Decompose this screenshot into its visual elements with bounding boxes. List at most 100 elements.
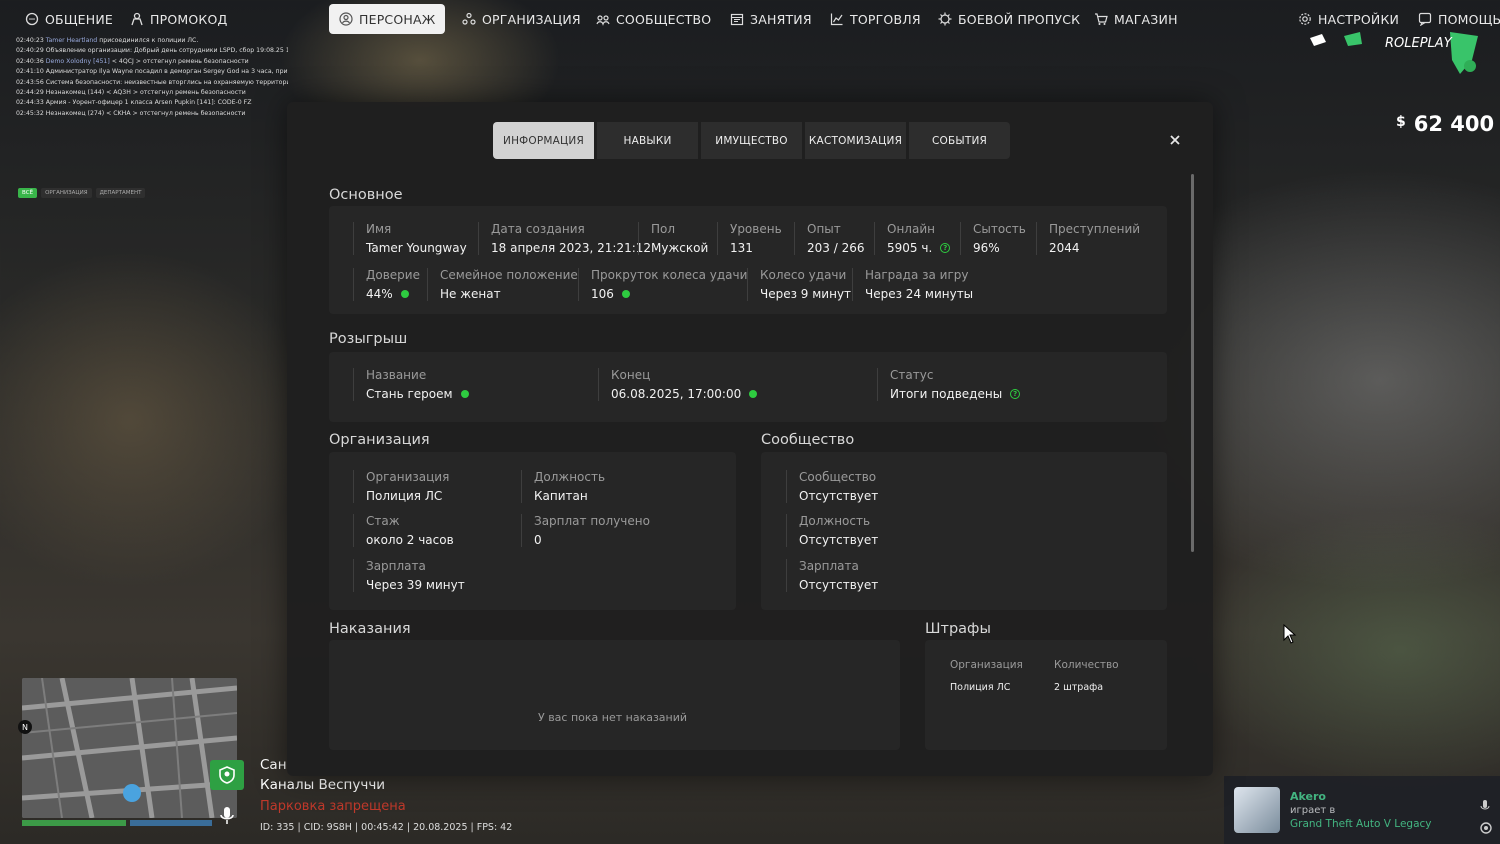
tab-0[interactable]: ИНФОРМАЦИЯ	[493, 122, 594, 159]
nav-label: БОЕВОЙ ПРОПУСК	[958, 11, 1081, 27]
chat-tab[interactable]: ОРГАНИЗАЦИЯ	[41, 188, 92, 198]
badge-icon	[938, 12, 952, 26]
nav-label: ОБЩЕНИЕ	[45, 11, 114, 27]
discord-game-name: Grand Theft Auto V Legacy	[1290, 818, 1432, 830]
field-value: Мужской	[651, 241, 709, 255]
info-field: Уровень 131	[717, 222, 782, 255]
info-question-icon[interactable]: ?	[940, 243, 951, 253]
chat-time: 02:43:56	[16, 78, 44, 86]
chat-text: присоединился к полиции ЛС.	[99, 37, 199, 44]
fines-col-count: Количество	[1054, 659, 1119, 671]
chat-tab[interactable]: ВСЁ	[18, 188, 38, 198]
chat-time: 02:44:29	[16, 89, 44, 97]
scrollbar[interactable]	[1191, 174, 1194, 552]
nav-label: МАГАЗИН	[1114, 11, 1178, 27]
currency-symbol: $	[1396, 114, 1406, 130]
field-value: Полиция ЛС	[366, 489, 443, 503]
info-field: Пол Мужской	[638, 222, 708, 255]
info-field: Колесо удачи Через 9 минут	[747, 268, 851, 301]
calendar-icon	[730, 13, 744, 26]
field-value: 44%	[366, 287, 393, 301]
parking-status: Парковка запрещена	[260, 799, 406, 814]
nav-calendar[interactable]: ЗАНЯТИЯ	[720, 4, 822, 34]
chat-line: 02:40:36 Demo Xolodny [451] < 4QCJ > отс…	[16, 57, 288, 67]
field-label: Сообщество	[799, 470, 877, 484]
street-name: Каналы Веспуччи	[260, 777, 386, 793]
field-value: Отсутствует	[799, 489, 879, 503]
field-label: Доверие	[366, 268, 420, 282]
field-label: Онлайн	[887, 222, 935, 236]
info-field: Зарплат получено 0	[521, 514, 650, 547]
tab-1[interactable]: НАВЫКИ	[597, 122, 698, 159]
field-label: Сытость	[973, 222, 1026, 236]
field-value: 203 / 266	[807, 241, 865, 255]
info-field: Дата создания 18 апреля 2023, 21:21:12	[478, 222, 651, 255]
info-field: Сытость 96%	[960, 222, 1026, 255]
nav-person[interactable]: ПРОМОКОД	[120, 4, 237, 34]
field-label: Прокруток колеса удачи	[591, 268, 748, 282]
nav-label: ПОМОЩЬ	[1438, 11, 1500, 27]
svg-text:N: N	[22, 723, 28, 732]
status-dot-icon	[749, 390, 758, 398]
chat-text: Объявление организации: Добрый день сотр…	[45, 47, 288, 55]
field-label: Дата создания	[491, 222, 585, 236]
community-icon	[596, 15, 610, 26]
chat-line: 02:43:56 Система безопасности: неизвестн…	[16, 78, 288, 88]
nav-org[interactable]: ОРГАНИЗАЦИЯ	[452, 4, 591, 34]
nav-community[interactable]: СООБЩЕСТВО	[586, 4, 721, 34]
field-value: 106	[591, 287, 614, 301]
field-label: Преступлений	[1049, 222, 1141, 236]
nav-label: ПРОМОКОД	[150, 11, 228, 27]
field-value: Отсутствует	[799, 533, 879, 547]
info-field: Зарплата Отсутствует	[786, 559, 878, 592]
field-value: Через 9 минут	[760, 287, 852, 301]
fine-row-count: 2 штрафа	[1054, 682, 1104, 693]
chat-line: 02:41:10 Администратор Ilya Wayne посади…	[16, 67, 288, 77]
chat-player: Demo Xolodny [451]	[45, 57, 110, 65]
field-value: Tamer Youngway	[366, 241, 467, 255]
chat-tabs: ВСЁ ОРГАНИЗАЦИЯ ДЕПАРТАМЕНТ	[18, 188, 146, 198]
person-icon	[131, 12, 143, 26]
fines-card	[925, 640, 1167, 750]
field-value: около 2 часов	[366, 533, 454, 547]
info-field: Конец 06.08.2025, 17:00:00	[598, 368, 758, 401]
discord-settings-icon[interactable]	[1480, 822, 1492, 834]
section-org-title: Организация	[329, 432, 430, 448]
info-question-icon[interactable]: ?	[1010, 389, 1021, 399]
close-icon[interactable]	[1167, 132, 1183, 148]
nav-badge[interactable]: БОЕВОЙ ПРОПУСК	[928, 4, 1090, 34]
cart-icon	[1095, 13, 1108, 25]
panel-tabs: ИНФОРМАЦИЯ НАВЫКИ ИМУЩЕСТВО КАСТОМИЗАЦИЯ СОБ…	[493, 122, 1010, 159]
field-label: Организация	[366, 470, 450, 484]
chat-text: Армия - Уорент-офицер 1 класса Arsen Pup…	[45, 99, 252, 107]
chat-time: 02:40:36	[16, 57, 44, 65]
nav-user-circle[interactable]: ПЕРСОНАЖ	[329, 4, 446, 34]
chat-icon	[25, 12, 39, 26]
north-icon: N	[18, 720, 32, 734]
session-info: ID: 335 | CID: 9S8H | 00:45:42 | 20.08.2…	[260, 822, 513, 833]
nav-label: СООБЩЕСТВО	[616, 11, 712, 27]
field-value: 06.08.2025, 17:00:00	[611, 387, 742, 401]
field-value: 131	[730, 241, 753, 255]
field-label: Имя	[366, 222, 392, 236]
minimap-roads-icon	[22, 678, 237, 818]
tab-2[interactable]: ИМУЩЕСТВО	[701, 122, 802, 159]
field-label: Зарплата	[799, 559, 859, 573]
health-bar	[22, 820, 126, 826]
tab-4[interactable]: СОБЫТИЯ	[909, 122, 1010, 159]
help-icon	[1418, 12, 1432, 26]
nav-chat[interactable]: ОБЩЕНИЕ	[15, 4, 123, 34]
nav-cart[interactable]: МАГАЗИН	[1084, 4, 1188, 34]
field-value: Не женат	[440, 287, 501, 301]
tab-3[interactable]: КАСТОМИЗАЦИЯ	[805, 122, 906, 159]
health-armor-bars	[22, 820, 212, 826]
punishments-empty-text: У вас пока нет наказаний	[538, 711, 688, 724]
money-display: $ 62 400	[1396, 112, 1494, 136]
field-label: Пол	[651, 222, 676, 236]
info-field: Доверие 44%	[353, 268, 420, 301]
nav-chart[interactable]: ТОРГОВЛЯ	[820, 4, 931, 34]
info-field: Зарплата Через 39 минут	[353, 559, 465, 592]
field-value: Через 39 минут	[366, 578, 465, 592]
microphone-icon	[220, 807, 234, 824]
chat-tab[interactable]: ДЕПАРТАМЕНТ	[95, 188, 146, 198]
